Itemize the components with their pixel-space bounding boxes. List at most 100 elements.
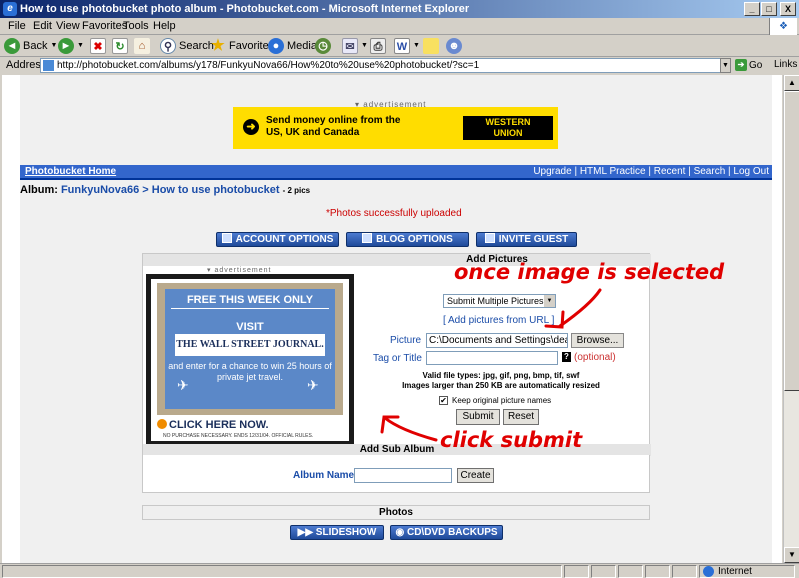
address-dropdown-icon[interactable]: ▼ bbox=[720, 58, 731, 73]
sub-album-panel: Album Name Create bbox=[142, 455, 650, 493]
account-options-button[interactable]: ACCOUNT OPTIONS bbox=[216, 232, 339, 247]
album-breadcrumb: Album: FunkyuNova66 > How to use photobu… bbox=[20, 184, 311, 196]
browser-window: e How to use photobucket photo album - P… bbox=[0, 0, 799, 578]
maximize-button[interactable]: □ bbox=[761, 2, 777, 16]
wsj-logo: THE WALL STREET JOURNAL. bbox=[175, 334, 325, 356]
western-union-logo: WESTERN UNION bbox=[463, 116, 553, 140]
mail-icon[interactable]: ✉ bbox=[342, 38, 358, 54]
print-icon[interactable]: ⎙ bbox=[370, 38, 386, 54]
vertical-scrollbar[interactable]: ▲ ▼ bbox=[783, 75, 799, 563]
menu-tools[interactable]: Tools bbox=[123, 20, 149, 32]
windows-logo-icon: ❖ bbox=[769, 18, 797, 35]
create-button[interactable]: Create bbox=[457, 468, 494, 483]
keep-names-label: Keep original picture names bbox=[452, 396, 552, 405]
browse-button[interactable]: Browse... bbox=[571, 333, 624, 348]
add-from-url: [ Add pictures from URL ] bbox=[443, 315, 555, 326]
favorites-button[interactable]: ★ Favorites bbox=[210, 38, 274, 54]
nav-links[interactable]: Upgrade | HTML Practice | Recent | Searc… bbox=[533, 166, 769, 177]
photobucket-home-link[interactable]: Photobucket Home bbox=[25, 166, 116, 177]
picture-file-input[interactable]: C:\Documents and Settings\dead bbox=[426, 333, 568, 348]
album-owner-link[interactable]: FunkyuNova66 bbox=[61, 184, 139, 196]
album-name-link[interactable]: How to use photobucket bbox=[152, 184, 280, 196]
advertisement-label: ▾ advertisement bbox=[207, 267, 272, 274]
tag-label: Tag or Title bbox=[373, 353, 422, 364]
upload-mode-select[interactable]: Submit Multiple Pictures ▼ bbox=[443, 294, 556, 308]
arrow-circle-icon: ➜ bbox=[243, 119, 259, 135]
ad-cta[interactable]: CLICK HERE NOW. bbox=[157, 419, 269, 431]
page-body: ▾ advertisement ➜ Send money online from… bbox=[20, 75, 772, 563]
jet-icon: ✈ bbox=[307, 377, 319, 393]
scroll-up-icon[interactable]: ▲ bbox=[784, 75, 799, 91]
favorites-star-icon: ★ bbox=[211, 37, 225, 54]
menu-view[interactable]: View bbox=[56, 20, 80, 32]
menu-favorites[interactable]: Favorites bbox=[82, 20, 127, 32]
file-type-note: Valid file types: jpg, gif, png, bmp, ti… bbox=[402, 371, 600, 390]
tag-input[interactable] bbox=[426, 351, 558, 365]
back-arrow-icon: ◄ bbox=[4, 38, 20, 54]
keep-names-checkbox[interactable]: ✔ bbox=[439, 396, 448, 405]
close-button[interactable]: X bbox=[780, 2, 796, 16]
cta-dot-icon bbox=[157, 419, 167, 429]
western-union-ad[interactable]: ➜ Send money online from the US, UK and … bbox=[233, 107, 558, 149]
back-dropdown-icon[interactable]: ▼ bbox=[50, 38, 57, 54]
back-button[interactable]: ◄ Back ▼ bbox=[4, 38, 57, 54]
address-bar: Address http://photobucket.com/albums/y1… bbox=[0, 57, 799, 74]
menu-help[interactable]: Help bbox=[153, 20, 176, 32]
go-button[interactable]: ➔ Go bbox=[735, 59, 762, 71]
media-icon: ● bbox=[268, 38, 284, 54]
edit-dropdown-icon[interactable]: ▼ bbox=[413, 38, 420, 54]
forward-button[interactable]: ► ▼ bbox=[58, 38, 84, 54]
cd-dvd-backups-button[interactable]: ◉ CD\DVD BACKUPS bbox=[390, 525, 503, 540]
reset-button[interactable]: Reset bbox=[503, 409, 539, 425]
menu-bar: File Edit View Favorites Tools Help ❖ bbox=[0, 18, 799, 35]
status-bar: Internet bbox=[0, 563, 799, 578]
jet-icon: ✈ bbox=[177, 377, 189, 393]
pic-count: - 2 pics bbox=[282, 186, 311, 195]
invite-icon bbox=[484, 233, 495, 243]
address-input[interactable]: http://photobucket.com/albums/y178/Funky… bbox=[40, 58, 730, 73]
links-button[interactable]: Links bbox=[774, 59, 797, 70]
mail-dropdown-icon[interactable]: ▼ bbox=[361, 38, 368, 54]
album-name-label: Album Name bbox=[293, 470, 355, 481]
annotation-submit: click submit bbox=[440, 428, 583, 452]
play-icon: ▶▶ bbox=[297, 527, 316, 538]
history-icon[interactable]: ◷ bbox=[315, 38, 331, 54]
chevron-down-icon: ▼ bbox=[544, 295, 555, 307]
ie-icon: e bbox=[3, 2, 17, 16]
add-from-url-link[interactable]: Add pictures from URL bbox=[448, 315, 549, 326]
media-button[interactable]: ● Media bbox=[268, 38, 317, 54]
disc-icon: ◉ bbox=[395, 527, 407, 538]
search-button[interactable]: ⚲ Search bbox=[160, 38, 214, 54]
messenger-icon[interactable]: ☻ bbox=[446, 38, 462, 54]
title-bar: e How to use photobucket photo album - P… bbox=[0, 0, 799, 18]
ad-fine-print: NO PURCHASE NECESSARY. ENDS 12/31/04. OF… bbox=[163, 433, 314, 439]
scroll-thumb[interactable] bbox=[784, 91, 799, 391]
refresh-icon[interactable]: ↻ bbox=[112, 38, 128, 54]
help-icon[interactable]: ? bbox=[562, 352, 571, 362]
home-icon[interactable]: ⌂ bbox=[134, 38, 150, 54]
submit-button[interactable]: Submit bbox=[456, 409, 500, 425]
edit-word-icon[interactable]: W bbox=[394, 38, 410, 54]
wsj-ad[interactable]: FREE THIS WEEK ONLY VISIT THE WALL STREE… bbox=[146, 274, 354, 446]
scroll-down-icon[interactable]: ▼ bbox=[784, 547, 799, 563]
picture-label: Picture bbox=[390, 335, 422, 346]
photos-header: Photos bbox=[142, 505, 650, 520]
album-name-input[interactable] bbox=[354, 468, 452, 483]
ad-visit: VISIT bbox=[236, 321, 264, 333]
forward-dropdown-icon[interactable]: ▼ bbox=[77, 38, 84, 54]
minimize-button[interactable]: _ bbox=[744, 2, 760, 16]
zone-indicator: Internet bbox=[699, 565, 795, 578]
folder-icon[interactable] bbox=[423, 38, 439, 54]
optional-note: (optional) bbox=[574, 352, 616, 363]
menu-edit[interactable]: Edit bbox=[33, 20, 52, 32]
ad-headline: FREE THIS WEEK ONLY bbox=[186, 294, 314, 306]
go-arrow-icon: ➔ bbox=[735, 59, 747, 71]
forward-arrow-icon: ► bbox=[58, 38, 74, 54]
annotation-selected: once image is selected bbox=[454, 260, 725, 284]
blog-options-button[interactable]: BLOG OPTIONS bbox=[346, 232, 469, 247]
stop-icon[interactable]: ✖ bbox=[90, 38, 106, 54]
slideshow-button[interactable]: ▶▶ SLIDESHOW bbox=[290, 525, 384, 540]
menu-file[interactable]: File bbox=[8, 20, 26, 32]
invite-guest-button[interactable]: INVITE GUEST bbox=[476, 232, 577, 247]
toolbar: ◄ Back ▼ ► ▼ ✖ ↻ ⌂ ⚲ Search ★ Favorites … bbox=[0, 35, 799, 57]
